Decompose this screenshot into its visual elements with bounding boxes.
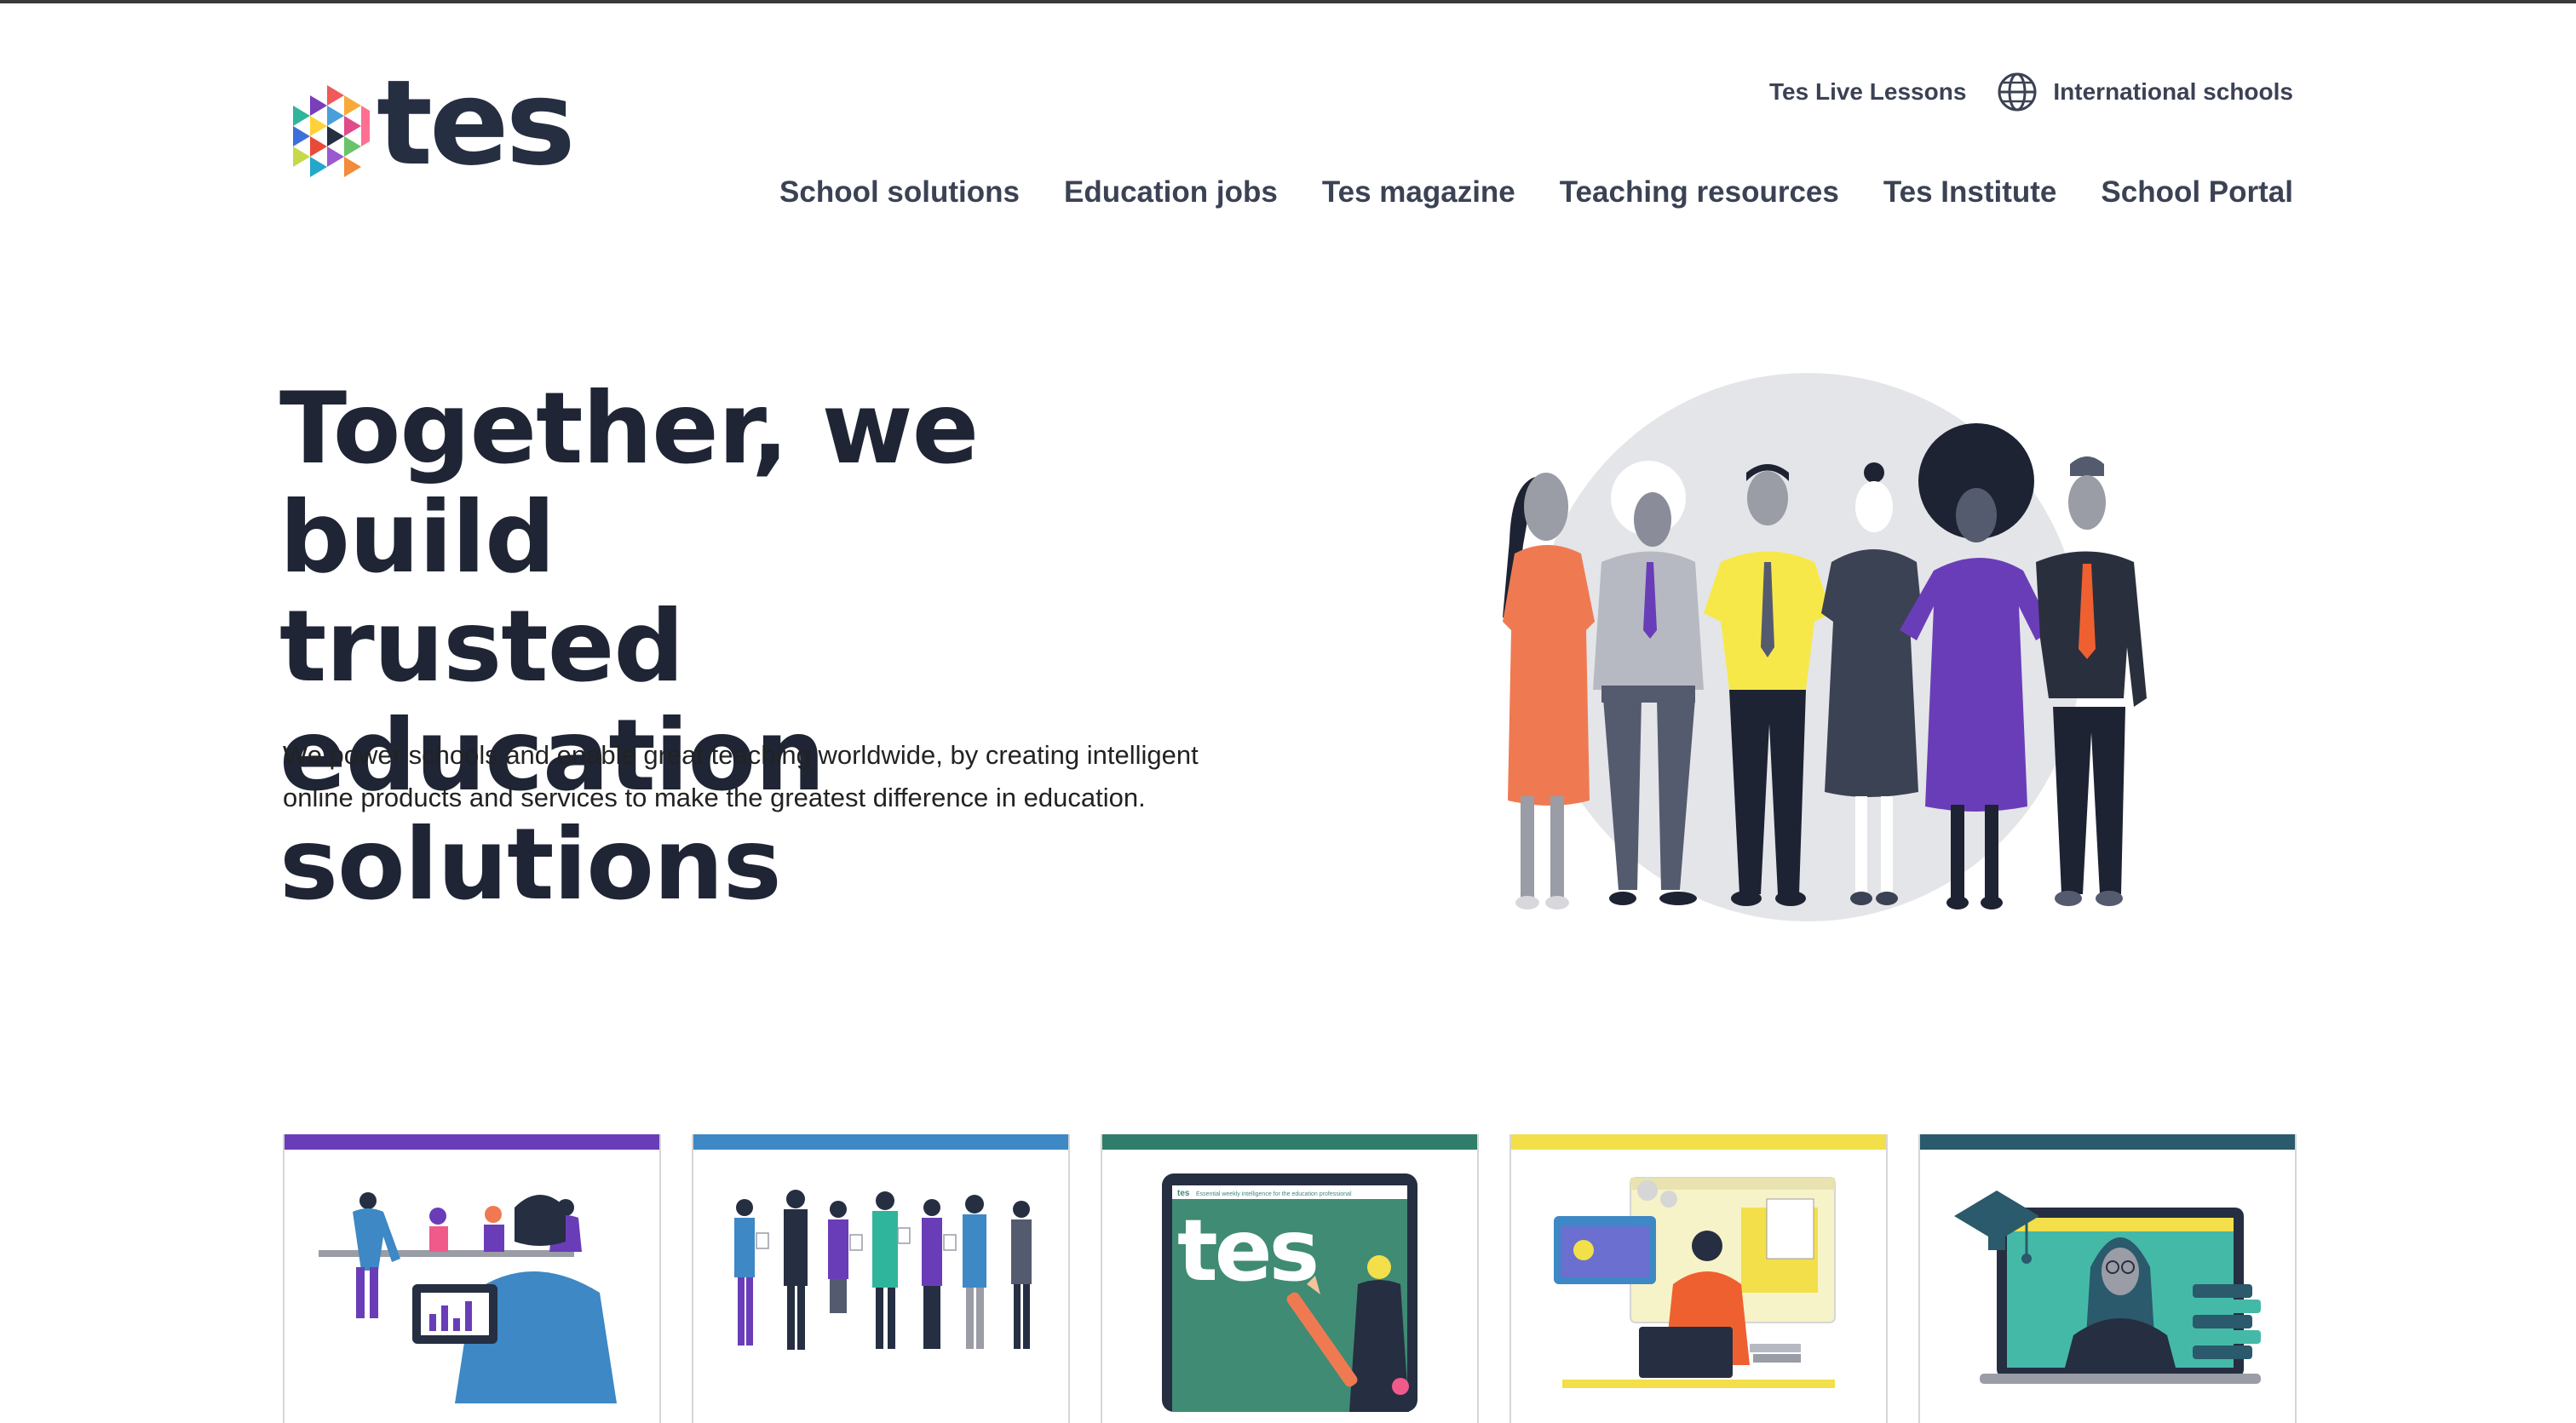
hero-description-line: We power schools and enable great teachi… <box>283 740 1199 770</box>
people-group-illustration <box>1503 373 2147 921</box>
teacher-with-tablet-illustration <box>319 1192 617 1403</box>
tes-logo-wordmark: tes <box>377 55 576 192</box>
solution-card-tes-institute[interactable] <box>1918 1134 2297 1423</box>
solutions-cards: tes Essential weekly intelligence for th… <box>283 1134 2297 1423</box>
card-accent-bar <box>1102 1134 1477 1150</box>
card-accent-bar <box>693 1134 1068 1150</box>
card-accent-bar <box>1920 1134 2295 1150</box>
remote-worker-illustration <box>1554 1177 1836 1388</box>
nav-tes-magazine[interactable]: Tes magazine <box>1322 175 1515 209</box>
magazine-logo-small: tes <box>1177 1189 1190 1198</box>
globe-icon <box>1998 72 2037 112</box>
nav-education-jobs[interactable]: Education jobs <box>1064 175 1278 209</box>
staff-group-illustration <box>734 1190 1032 1350</box>
tes-logo[interactable]: tes <box>283 65 576 182</box>
hero-description: We power schools and enable great teachi… <box>283 734 1271 819</box>
tes-logo-mark-icon <box>293 85 370 177</box>
utility-nav: Tes Live Lessons International schools <box>1769 72 2293 112</box>
solution-card-tes-magazine[interactable]: tes Essential weekly intelligence for th… <box>1101 1134 1479 1423</box>
card-accent-bar <box>285 1134 659 1150</box>
tes-live-lessons-link[interactable]: Tes Live Lessons <box>1769 78 1966 106</box>
online-learning-illustration <box>1954 1191 2261 1384</box>
hero-description-line: online products and services to make the… <box>283 783 1146 812</box>
hero-title: Together, we build trusted education sol… <box>279 375 1259 920</box>
solution-card-education-jobs[interactable] <box>692 1134 1070 1423</box>
nav-school-solutions[interactable]: School solutions <box>779 175 1020 209</box>
main-nav: School solutions Education jobs Tes maga… <box>779 175 2293 209</box>
tes-magazine-illustration: tes Essential weekly intelligence for th… <box>1162 1173 1417 1412</box>
nav-school-portal[interactable]: School Portal <box>2101 175 2293 209</box>
international-schools-label: International schools <box>2053 78 2293 105</box>
magazine-logo: tes <box>1177 1201 1316 1300</box>
nav-tes-institute[interactable]: Tes Institute <box>1883 175 2057 209</box>
hero-title-line: Together, we build <box>279 371 979 595</box>
tes-live-lessons-label: Tes Live Lessons <box>1769 78 1967 105</box>
card-accent-bar <box>1511 1134 1886 1150</box>
hero-title-line: solutions <box>279 807 782 922</box>
magazine-tagline: Essential weekly intelligence for the ed… <box>1196 1191 1352 1197</box>
top-border <box>0 0 2576 3</box>
international-schools-link[interactable]: International schools <box>1997 72 2293 112</box>
solution-card-teaching-resources[interactable] <box>1509 1134 1888 1423</box>
nav-teaching-resources[interactable]: Teaching resources <box>1560 175 1839 209</box>
solution-card-school-solutions[interactable] <box>283 1134 661 1423</box>
